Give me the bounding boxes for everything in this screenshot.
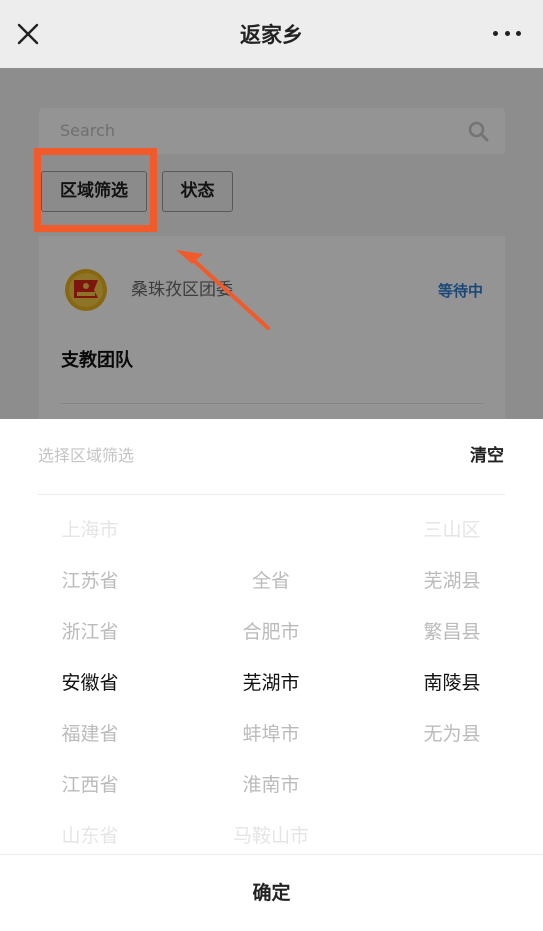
province-column[interactable]: 上海市 江苏省 浙江省 安徽省 福建省 江西省 山东省 (20, 505, 160, 862)
picker-divider (38, 494, 505, 495)
city-option[interactable]: 合肥市 (201, 607, 341, 658)
province-option[interactable]: 福建省 (20, 709, 160, 760)
more-dot (504, 30, 510, 36)
city-option[interactable]: 全省 (201, 556, 341, 607)
county-option[interactable]: 无为县 (382, 709, 522, 760)
page-title: 返家乡 (240, 23, 303, 47)
region-picker-sheet: 选择区域筛选 清空 上海市 江苏省 浙江省 安徽省 福建省 江西省 山东省 全省… (0, 419, 543, 931)
more-icon[interactable] (493, 27, 521, 39)
province-option-selected[interactable]: 安徽省 (20, 658, 160, 709)
county-option[interactable]: 三山区 (382, 505, 522, 556)
county-option[interactable] (382, 760, 522, 811)
annotation-highlight-box (34, 148, 157, 232)
more-dot (493, 30, 498, 36)
picker-title: 选择区域筛选 (38, 446, 135, 465)
county-option[interactable]: 芜湖县 (382, 556, 522, 607)
city-option-selected[interactable]: 芜湖市 (201, 658, 341, 709)
annotation-arrow-icon (176, 250, 270, 330)
county-column[interactable]: 三山区 芜湖县 繁昌县 南陵县 无为县 (382, 505, 522, 862)
province-option[interactable]: 浙江省 (20, 607, 160, 658)
city-option[interactable]: 淮南市 (201, 760, 341, 811)
city-column[interactable]: 全省 合肥市 芜湖市 蚌埠市 淮南市 马鞍山市 (201, 505, 341, 862)
more-dot (516, 30, 521, 36)
clear-button[interactable]: 清空 (470, 443, 504, 469)
county-option-selected[interactable]: 南陵县 (382, 658, 522, 709)
city-option[interactable] (201, 505, 341, 556)
confirm-button[interactable]: 确定 (0, 855, 543, 931)
province-option[interactable]: 江西省 (20, 760, 160, 811)
county-option[interactable]: 繁昌县 (382, 607, 522, 658)
city-option[interactable]: 蚌埠市 (201, 709, 341, 760)
nav-bar: 返家乡 (0, 0, 543, 68)
province-option[interactable]: 江苏省 (20, 556, 160, 607)
province-option[interactable]: 上海市 (20, 505, 160, 556)
